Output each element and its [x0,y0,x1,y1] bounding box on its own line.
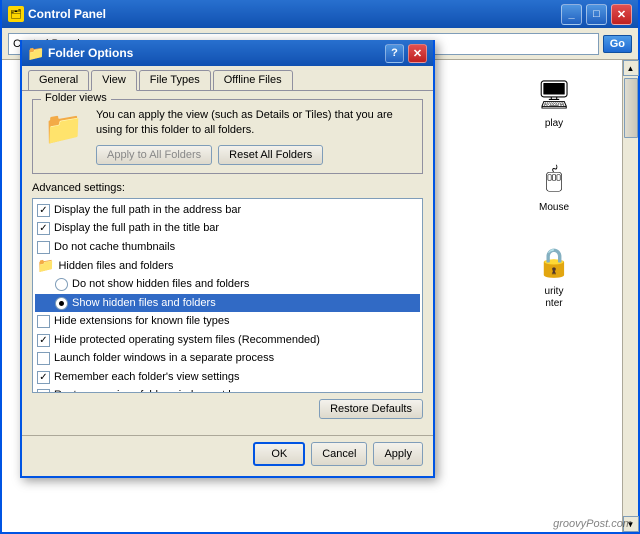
setting-restore-windows-label: Restore previous folder windows at logon [54,387,255,393]
cp-titlebar: 🗂 Control Panel _ □ ✕ [2,0,638,28]
advanced-settings-label: Advanced settings: [32,182,423,194]
cp-title-icon: 🗂 [8,6,24,22]
setting-hide-protected-label: Hide protected operating system files (R… [54,332,320,349]
scroll-up-arrow[interactable]: ▲ [623,60,639,76]
folder-options-dialog: 📁 Folder Options ? ✕ General View File T… [20,40,435,478]
cp-title-text: Control Panel [28,7,557,21]
folder-big-icon: 📁 [41,108,86,148]
dialog-close-button[interactable]: ✕ [408,44,427,63]
dialog-titlebar: 📁 Folder Options ? ✕ [22,40,433,66]
checkbox-hide-protected[interactable] [37,334,50,347]
mouse-icon: 🖱 [534,158,574,198]
radio-show-hidden[interactable] [55,297,68,310]
setting-full-path-address-label: Display the full path in the address bar [54,202,241,219]
checkbox-remember-view[interactable] [37,371,50,384]
setting-full-path-title[interactable]: Display the full path in the title bar [35,219,420,238]
hidden-files-folder-icon: 📁 [37,257,54,274]
folder-views-content: 📁 You can apply the view (such as Detail… [41,104,414,165]
cp-scrollbar[interactable]: ▲ ▼ [622,60,638,532]
dialog-tabs: General View File Types Offline Files [22,66,433,90]
restore-defaults-row: Restore Defaults [32,399,423,419]
setting-do-not-show-hidden[interactable]: Do not show hidden files and folders [35,275,420,294]
security-label: uritynter [545,286,564,310]
restore-defaults-button[interactable]: Restore Defaults [319,399,423,419]
dialog-title-text: Folder Options [48,46,381,60]
setting-no-cache-thumbnails[interactable]: Do not cache thumbnails [35,238,420,257]
dialog-help-button[interactable]: ? [385,44,404,63]
tab-view[interactable]: View [91,70,137,91]
cp-icon-mouse[interactable]: 🖱 Mouse [478,152,630,232]
setting-full-path-address[interactable]: Display the full path in the address bar [35,201,420,220]
setting-show-hidden-label: Show hidden files and folders [72,295,216,312]
tab-general[interactable]: General [28,70,89,90]
apply-all-folders-button[interactable]: Apply to All Folders [96,145,212,165]
folder-views-group: Folder views 📁 You can apply the view (s… [32,99,423,174]
setting-launch-separate[interactable]: Launch folder windows in a separate proc… [35,349,420,368]
dialog-bottom-buttons: OK Cancel Apply [22,435,433,476]
setting-hidden-files-folder: 📁 Hidden files and folders [35,256,420,275]
cp-go-button[interactable]: Go [603,35,632,53]
reset-all-folders-button[interactable]: Reset All Folders [218,145,323,165]
setting-remember-view-label: Remember each folder's view settings [54,369,240,386]
dialog-title-icon: 📁 [28,45,44,61]
setting-do-not-show-hidden-label: Do not show hidden files and folders [72,276,249,293]
setting-restore-windows[interactable]: Restore previous folder windows at logon [35,386,420,393]
checkbox-restore-windows[interactable] [37,389,50,393]
tab-file-types[interactable]: File Types [139,70,211,90]
cp-icon-display[interactable]: 🖥 play [478,68,630,148]
checkbox-hide-extensions[interactable] [37,315,50,328]
folder-views-buttons: Apply to All Folders Reset All Folders [96,145,414,165]
setting-hide-protected[interactable]: Hide protected operating system files (R… [35,331,420,350]
cp-close-button[interactable]: ✕ [611,4,632,25]
checkbox-launch-separate[interactable] [37,352,50,365]
display-icon: 🖥 [534,74,574,114]
checkbox-full-path-title[interactable] [37,222,50,235]
setting-no-cache-thumbnails-label: Do not cache thumbnails [54,239,175,256]
security-icon: 🔒 [534,242,574,282]
folder-views-description: You can apply the view (such as Details … [96,108,414,139]
mouse-label: Mouse [539,202,569,214]
setting-hide-extensions-label: Hide extensions for known file types [54,313,229,330]
checkbox-no-cache-thumbnails[interactable] [37,241,50,254]
cp-minimize-button[interactable]: _ [561,4,582,25]
hidden-files-folder-label: Hidden files and folders [58,260,173,272]
setting-full-path-title-label: Display the full path in the title bar [54,220,219,237]
setting-hide-extensions[interactable]: Hide extensions for known file types [35,312,420,331]
cp-icon-security[interactable]: 🔒 uritynter [478,236,630,316]
setting-launch-separate-label: Launch folder windows in a separate proc… [54,350,274,367]
cp-maximize-button[interactable]: □ [586,4,607,25]
apply-button[interactable]: Apply [373,442,423,466]
folder-views-title: Folder views [41,92,111,104]
radio-do-not-show-hidden[interactable] [55,278,68,291]
watermark: groovyPost.com [553,518,632,530]
setting-remember-view[interactable]: Remember each folder's view settings [35,368,420,387]
ok-button[interactable]: OK [253,442,305,466]
dialog-content: Folder views 📁 You can apply the view (s… [22,90,433,435]
setting-show-hidden[interactable]: Show hidden files and folders [35,294,420,313]
tab-offline-files[interactable]: Offline Files [213,70,293,90]
display-label: play [545,118,563,130]
scroll-thumb[interactable] [624,78,638,138]
settings-list[interactable]: Display the full path in the address bar… [32,198,423,393]
cancel-button[interactable]: Cancel [311,442,367,466]
checkbox-full-path-address[interactable] [37,204,50,217]
